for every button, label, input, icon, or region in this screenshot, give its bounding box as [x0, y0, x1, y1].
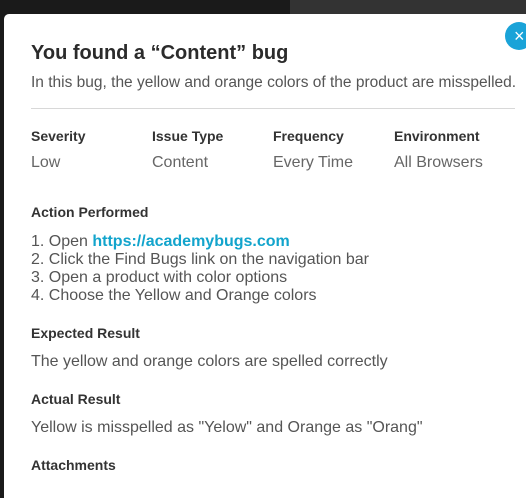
- close-button[interactable]: ×: [505, 22, 526, 50]
- meta-environment-label: Environment: [394, 128, 480, 144]
- actual-result-title: Actual Result: [31, 391, 121, 407]
- action-performed-section: Action Performed 1. Open https://academy…: [31, 203, 519, 305]
- meta-frequency-label: Frequency: [273, 128, 344, 144]
- modal-content: You found a “Content” bug In this bug, t…: [31, 40, 519, 474]
- bug-description: In this bug, the yellow and orange color…: [31, 74, 517, 91]
- backdrop-header-strip: [290, 0, 526, 14]
- step-item: 1. Open https://academybugs.com: [31, 233, 519, 251]
- expected-result-text: The yellow and orange colors are spelled…: [31, 353, 388, 370]
- close-icon: ×: [514, 26, 525, 46]
- actual-result-section: Actual Result Yellow is misspelled as "Y…: [31, 390, 519, 437]
- divider: [31, 108, 515, 109]
- action-performed-title: Action Performed: [31, 204, 149, 220]
- attachments-section: Attachments: [31, 456, 519, 474]
- meta-issue-type: Issue Type Content: [152, 127, 273, 173]
- modal-title: You found a “Content” bug: [31, 42, 289, 64]
- attachments-title: Attachments: [31, 457, 116, 473]
- steps-list: 1. Open https://academybugs.com 2. Click…: [31, 233, 519, 305]
- expected-result-title: Expected Result: [31, 325, 140, 341]
- meta-issue-type-value: Content: [152, 154, 209, 171]
- meta-frequency-value: Every Time: [273, 154, 354, 171]
- expected-result-section: Expected Result The yellow and orange co…: [31, 324, 519, 371]
- meta-environment: Environment All Browsers: [394, 127, 515, 173]
- meta-severity-value: Low: [31, 154, 61, 171]
- step-item: 4. Choose the Yellow and Orange colors: [31, 287, 317, 304]
- meta-severity-label: Severity: [31, 128, 86, 144]
- meta-severity: Severity Low: [31, 127, 152, 173]
- step-item: 3. Open a product with color options: [31, 269, 288, 286]
- academybugs-link[interactable]: https://academybugs.com: [92, 233, 289, 250]
- bug-meta-row: Severity Low Issue Type Content Frequenc…: [31, 127, 519, 173]
- bug-details-modal: You found a “Content” bug In this bug, t…: [4, 14, 526, 498]
- meta-frequency: Frequency Every Time: [273, 127, 394, 173]
- actual-result-text: Yellow is misspelled as "Yelow" and Oran…: [31, 419, 423, 436]
- step-item: 2. Click the Find Bugs link on the navig…: [31, 251, 369, 268]
- meta-issue-type-label: Issue Type: [152, 128, 224, 144]
- meta-environment-value: All Browsers: [394, 154, 483, 171]
- step-1-prefix: 1. Open: [31, 233, 93, 250]
